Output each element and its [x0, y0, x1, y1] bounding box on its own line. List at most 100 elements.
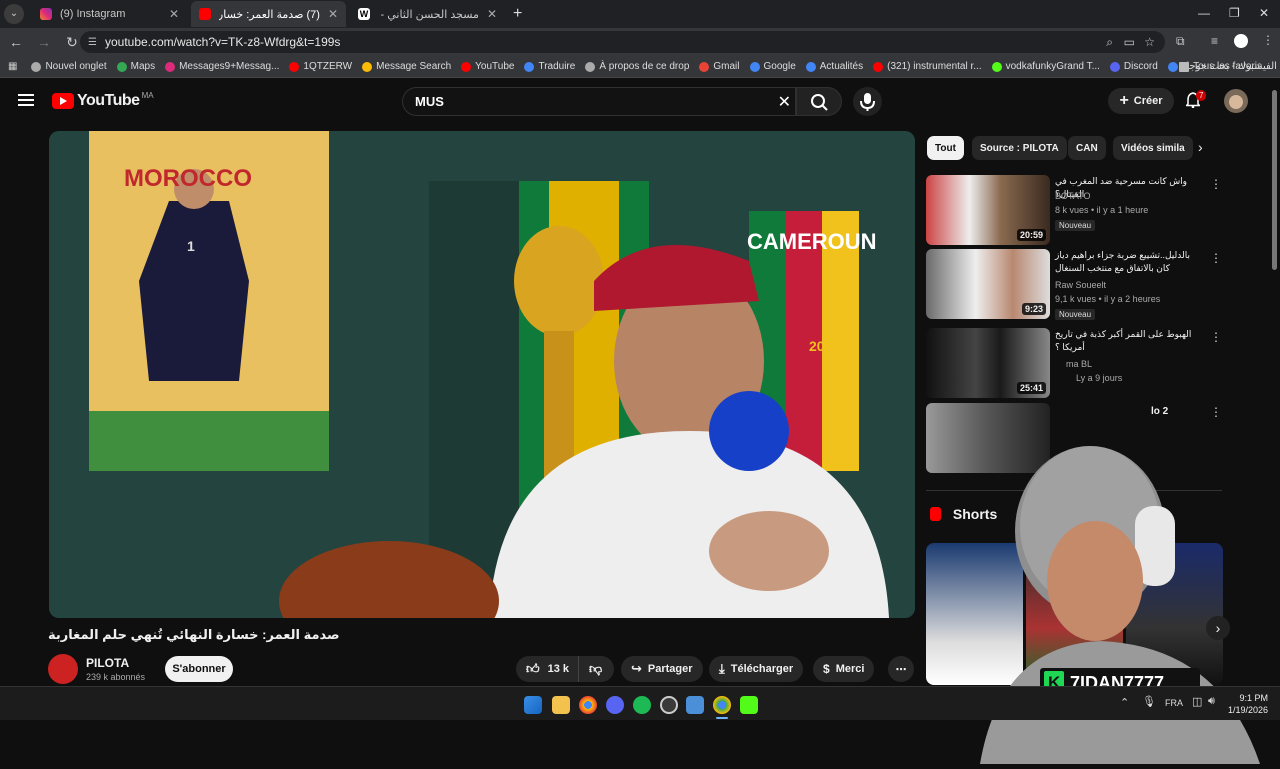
tab-title: (9) Instagram	[60, 8, 126, 20]
reading-list-icon[interactable]: ≡	[1211, 34, 1218, 48]
chip-similar[interactable]: Vidéos simila	[1113, 136, 1193, 160]
clear-search-icon[interactable]: ✕	[778, 92, 791, 112]
site-info-icon[interactable]: ☰	[88, 37, 97, 48]
restore-icon[interactable]: ❐	[1229, 6, 1240, 20]
taskbar: ⌃ 🎙︎ FRA ◫ 🔊︎ 9:1 PM 1/19/2026	[0, 686, 1280, 720]
list-item[interactable]: 9:23 بالدليل..تشييع ضربة جزاء براهيم ديا…	[926, 249, 1226, 320]
address-toolbar: ← → ↻ ☰ youtube.com/watch?v=TK-z8-Wfdrg&…	[0, 28, 1280, 56]
bookmark-item[interactable]: Actualités	[805, 61, 863, 72]
video-thumbnail[interactable]: 20:59	[926, 175, 1050, 245]
system-clock[interactable]: 9:1 PM 1/19/2026	[1228, 692, 1268, 716]
bookmark-item[interactable]: Traduire	[524, 61, 575, 72]
bookmark-item[interactable]: Messages9+Messag...	[165, 61, 279, 72]
url-bar[interactable]: ☰ youtube.com/watch?v=TK-z8-Wfdrg&t=199s…	[80, 31, 1165, 53]
video-thumbnail[interactable]: 9:23	[926, 249, 1050, 319]
show-hidden-icons[interactable]: ⌃	[1120, 696, 1129, 709]
scrollbar[interactable]	[1272, 90, 1277, 270]
kick-icon[interactable]	[740, 696, 758, 714]
video-title[interactable]: الهبوط على القمر أكبر كذبة في تاريخ أمري…	[1055, 328, 1205, 354]
video-meta: 8 k vues • il y a 1 heure	[1055, 205, 1149, 215]
chrome-icon[interactable]	[579, 696, 597, 714]
close-window-icon[interactable]: ✕	[1259, 6, 1269, 20]
windows-start-icon[interactable]	[524, 696, 542, 714]
chip-all[interactable]: Tout	[927, 136, 964, 160]
app-icon[interactable]	[686, 696, 704, 714]
tab-instagram[interactable]: (9) Instagram ✕	[32, 1, 187, 27]
tab-youtube-video[interactable]: (7) صدمة العمر: خسارة النهائي تُ ✕	[191, 1, 346, 27]
all-bookmarks[interactable]: Tous les favoris	[1179, 61, 1262, 72]
list-item[interactable]: 20:59 واش كانت مسرحية ضد المغرب في الفين…	[926, 175, 1226, 245]
network-icon[interactable]: ◫	[1192, 695, 1202, 708]
bookmark-item[interactable]: Maps	[116, 61, 155, 72]
dislike-button[interactable]: 👎︎	[578, 656, 614, 682]
video-title[interactable]: بالدليل..تشييع ضربة جزاء براهيم دياز كان…	[1055, 249, 1205, 275]
tab-search-icon[interactable]: ⌄	[4, 4, 24, 24]
bookmark-item[interactable]: Nouvel onglet	[31, 61, 107, 72]
channel-name[interactable]: BOTATO	[1055, 191, 1091, 201]
chip-can[interactable]: CAN	[1068, 136, 1106, 160]
list-item[interactable]: 25:41 الهبوط على القمر أكبر كذبة في تاري…	[926, 328, 1226, 398]
bookmark-item[interactable]: vodkafunkyGrand T...	[991, 61, 1100, 72]
video-thumbnail[interactable]: 25:41	[926, 328, 1050, 398]
search-input[interactable]: MUS ✕	[402, 87, 796, 116]
back-icon[interactable]: ←	[4, 34, 28, 50]
youtube-logo[interactable]: YouTube MA	[52, 91, 154, 110]
voice-search-button[interactable]	[853, 87, 882, 116]
channel-avatar[interactable]	[48, 654, 78, 684]
bookmark-star-icon[interactable]: ☆	[1144, 35, 1155, 49]
like-button[interactable]: 👍︎ 13 k	[516, 656, 578, 682]
discord-icon[interactable]	[606, 696, 624, 714]
more-vert-icon[interactable]: ⋮	[1210, 405, 1222, 419]
more-actions-button[interactable]: ⋯	[888, 656, 914, 682]
close-tab-icon[interactable]: ✕	[479, 7, 497, 21]
bookmark-item[interactable]: Google	[749, 61, 796, 72]
apps-grid-icon[interactable]: ▦	[8, 61, 17, 72]
menu-kebab-icon[interactable]: ⋮	[1262, 33, 1274, 47]
obs-icon[interactable]	[660, 696, 678, 714]
bookmark-item[interactable]: Message Search	[362, 61, 451, 72]
new-badge: Nouveau	[1055, 220, 1096, 231]
avatar-face	[1229, 95, 1243, 109]
video-player[interactable]: MOROCCO CAMEROUN 20 1	[49, 131, 915, 618]
thanks-button[interactable]: $ Merci	[813, 656, 875, 682]
forward-icon[interactable]: →	[32, 34, 56, 50]
bookmark-item[interactable]: À propos de ce drop	[585, 61, 689, 72]
video-frame: MOROCCO CAMEROUN 20 1	[49, 131, 915, 618]
bookmark-item[interactable]: Gmail	[699, 61, 740, 72]
menu-icon[interactable]	[18, 94, 34, 106]
language-indicator[interactable]: FRA	[1165, 698, 1183, 708]
channel-name[interactable]: ma BL	[1066, 359, 1092, 369]
more-vert-icon[interactable]: ⋮	[1210, 251, 1222, 265]
chrome-active-icon[interactable]	[713, 696, 731, 714]
channel-name[interactable]: PILOTA	[86, 656, 129, 670]
file-explorer-icon[interactable]	[552, 696, 570, 714]
create-button[interactable]: + Créer	[1108, 88, 1174, 114]
search-icon	[811, 94, 828, 111]
search-button[interactable]	[796, 87, 842, 116]
profile-icon[interactable]	[1234, 34, 1248, 48]
bookmark-item[interactable]: 1QTZERW	[289, 61, 352, 72]
tray-mic-icon[interactable]: 🎙︎	[1142, 695, 1156, 708]
share-button[interactable]: ↪ Partager	[621, 656, 703, 682]
more-vert-icon[interactable]: ⋮	[1210, 177, 1222, 191]
bookmark-item[interactable]: YouTube	[461, 61, 514, 72]
chip-source[interactable]: Source : PILOTA	[972, 136, 1067, 160]
spotify-icon[interactable]	[633, 696, 651, 714]
chips-next-icon[interactable]: ›	[1198, 139, 1203, 155]
close-tab-icon[interactable]: ✕	[161, 7, 179, 21]
download-button[interactable]: ⤓ Télécharger	[709, 656, 804, 682]
subscribe-button[interactable]: S'abonner	[165, 656, 233, 682]
volume-icon[interactable]: 🔊︎	[1208, 695, 1215, 708]
zoom-icon[interactable]: ⌕	[1106, 35, 1113, 50]
extensions-icon[interactable]: ⧉	[1176, 34, 1185, 49]
bookmark-item[interactable]: (321) instrumental r...	[873, 61, 982, 72]
tab-wikipedia[interactable]: W مسجد الحسن الثاني - ويكيبيديا ✕	[350, 1, 505, 27]
close-tab-icon[interactable]: ✕	[320, 7, 338, 21]
cast-icon[interactable]: ▭	[1124, 35, 1135, 49]
new-tab-button[interactable]: +	[505, 1, 530, 27]
minimize-icon[interactable]: —	[1198, 6, 1210, 20]
more-vert-icon[interactable]: ⋮	[1210, 330, 1222, 344]
channel-name[interactable]: Raw Soueelt	[1055, 280, 1106, 290]
account-avatar[interactable]	[1224, 89, 1248, 113]
bookmark-item[interactable]: Discord	[1109, 61, 1158, 72]
